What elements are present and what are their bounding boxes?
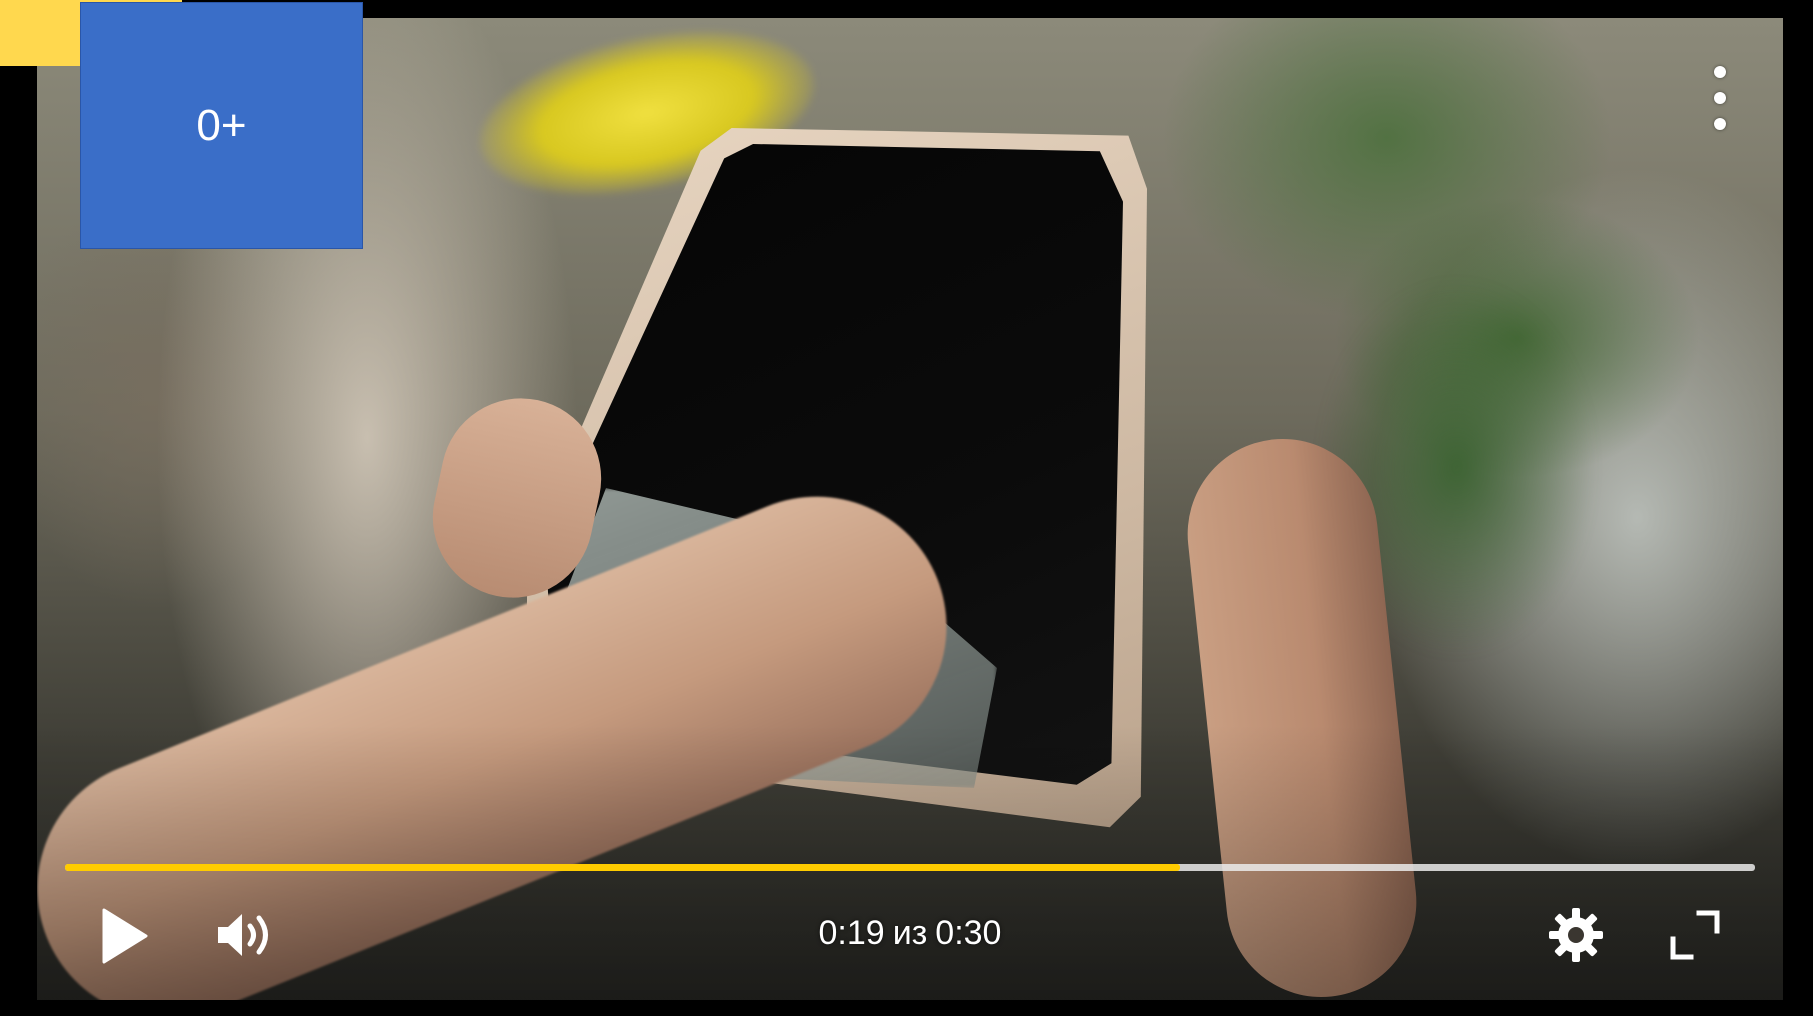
fullscreen-button[interactable]: [1668, 908, 1722, 962]
more-options-button[interactable]: [1700, 66, 1740, 130]
more-vertical-icon-dot: [1714, 66, 1726, 78]
age-rating-badge: 0+: [80, 2, 363, 249]
volume-icon: [218, 914, 268, 956]
more-vertical-icon-dot: [1714, 92, 1726, 104]
gear-icon: [1549, 908, 1603, 962]
time-display: 0:19 из 0:30: [760, 908, 1060, 958]
fullscreen-icon: [1670, 910, 1720, 960]
control-bar: 0:19 из 0:30: [0, 890, 1813, 980]
play-button[interactable]: [95, 904, 155, 968]
settings-button[interactable]: [1545, 904, 1607, 966]
current-time: 0:19: [818, 913, 885, 952]
volume-button[interactable]: [212, 906, 278, 964]
duration: 0:30: [935, 913, 1002, 952]
more-vertical-icon-dot: [1714, 118, 1726, 130]
progress-bar[interactable]: [65, 864, 1755, 871]
time-separator: из: [892, 913, 928, 952]
play-icon: [102, 908, 148, 964]
age-rating-label: 0+: [196, 100, 247, 150]
progress-played: [65, 864, 1181, 871]
video-player[interactable]: 0+ 0:19 из 0:30: [0, 0, 1813, 1016]
